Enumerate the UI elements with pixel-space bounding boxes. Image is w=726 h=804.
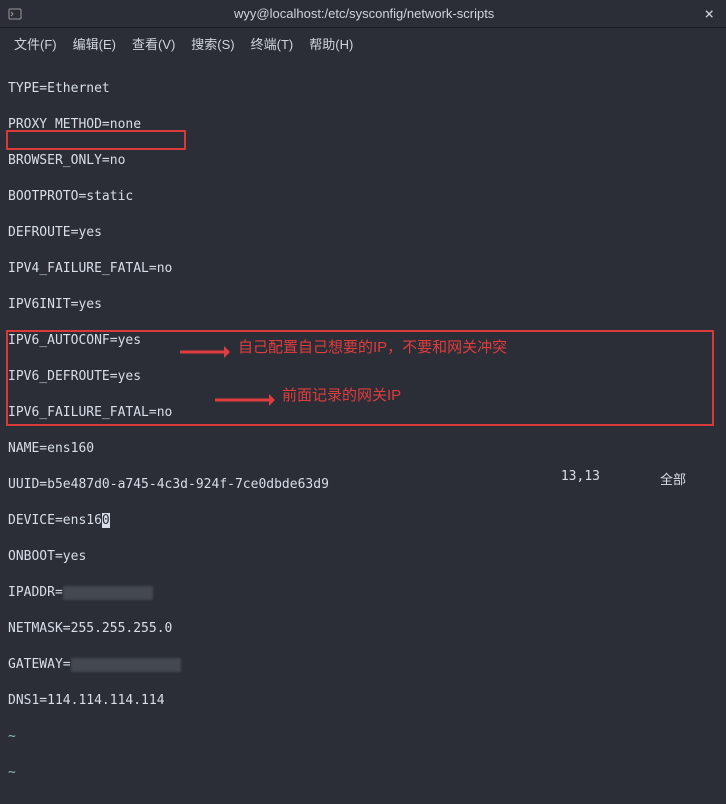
config-line: ONBOOT=yes — [8, 548, 724, 566]
redacted-gateway — [71, 658, 181, 672]
text-cursor: 0 — [102, 513, 110, 528]
config-line: DEVICE=ens160 — [8, 512, 724, 530]
config-line: PROXY_METHOD=none — [8, 116, 724, 134]
window-titlebar: wyy@localhost:/etc/sysconfig/network-scr… — [0, 0, 726, 28]
config-line: BOOTPROTO=static — [8, 188, 724, 206]
vim-statusbar: 13,13 全部 — [561, 469, 686, 488]
config-line: IPV6_FAILURE_FATAL=no — [8, 404, 724, 422]
menu-view[interactable]: 查看(V) — [126, 31, 181, 56]
config-line: DNS1=114.114.114.114 — [8, 692, 724, 710]
arrow-icon — [180, 344, 230, 360]
config-line: NETMASK=255.255.255.0 — [8, 620, 724, 638]
terminal-content[interactable]: TYPE=Ethernet PROXY_METHOD=none BROWSER_… — [0, 58, 726, 804]
close-icon[interactable]: × — [700, 4, 718, 23]
config-line: IPADDR= — [8, 584, 724, 602]
config-line: TYPE=Ethernet — [8, 80, 724, 98]
window-title: wyy@localhost:/etc/sysconfig/network-scr… — [28, 6, 700, 21]
scroll-status: 全部 — [660, 469, 686, 488]
annotation-gateway: 前面记录的网关IP — [282, 384, 401, 405]
menu-file[interactable]: 文件(F) — [8, 31, 63, 56]
annotation-ip: 自己配置自己想要的IP，不要和网关冲突 — [238, 336, 507, 357]
config-line: BROWSER_ONLY=no — [8, 152, 724, 170]
cursor-position: 13,13 — [561, 469, 600, 488]
menubar: 文件(F) 编辑(E) 查看(V) 搜索(S) 终端(T) 帮助(H) — [0, 28, 726, 58]
redacted-ip — [63, 586, 153, 600]
config-line: IPV6INIT=yes — [8, 296, 724, 314]
menu-search[interactable]: 搜索(S) — [185, 31, 240, 56]
terminal-icon — [8, 7, 28, 21]
config-line: GATEWAY= — [8, 656, 724, 674]
menu-help[interactable]: 帮助(H) — [303, 31, 359, 56]
menu-edit[interactable]: 编辑(E) — [67, 31, 122, 56]
config-line: IPV4_FAILURE_FATAL=no — [8, 260, 724, 278]
config-line: DEFROUTE=yes — [8, 224, 724, 242]
vim-tilde: ~ — [8, 764, 724, 782]
menu-terminal[interactable]: 终端(T) — [245, 31, 300, 56]
arrow-icon — [215, 392, 275, 408]
vim-tilde: ~ — [8, 728, 724, 746]
config-line: NAME=ens160 — [8, 440, 724, 458]
